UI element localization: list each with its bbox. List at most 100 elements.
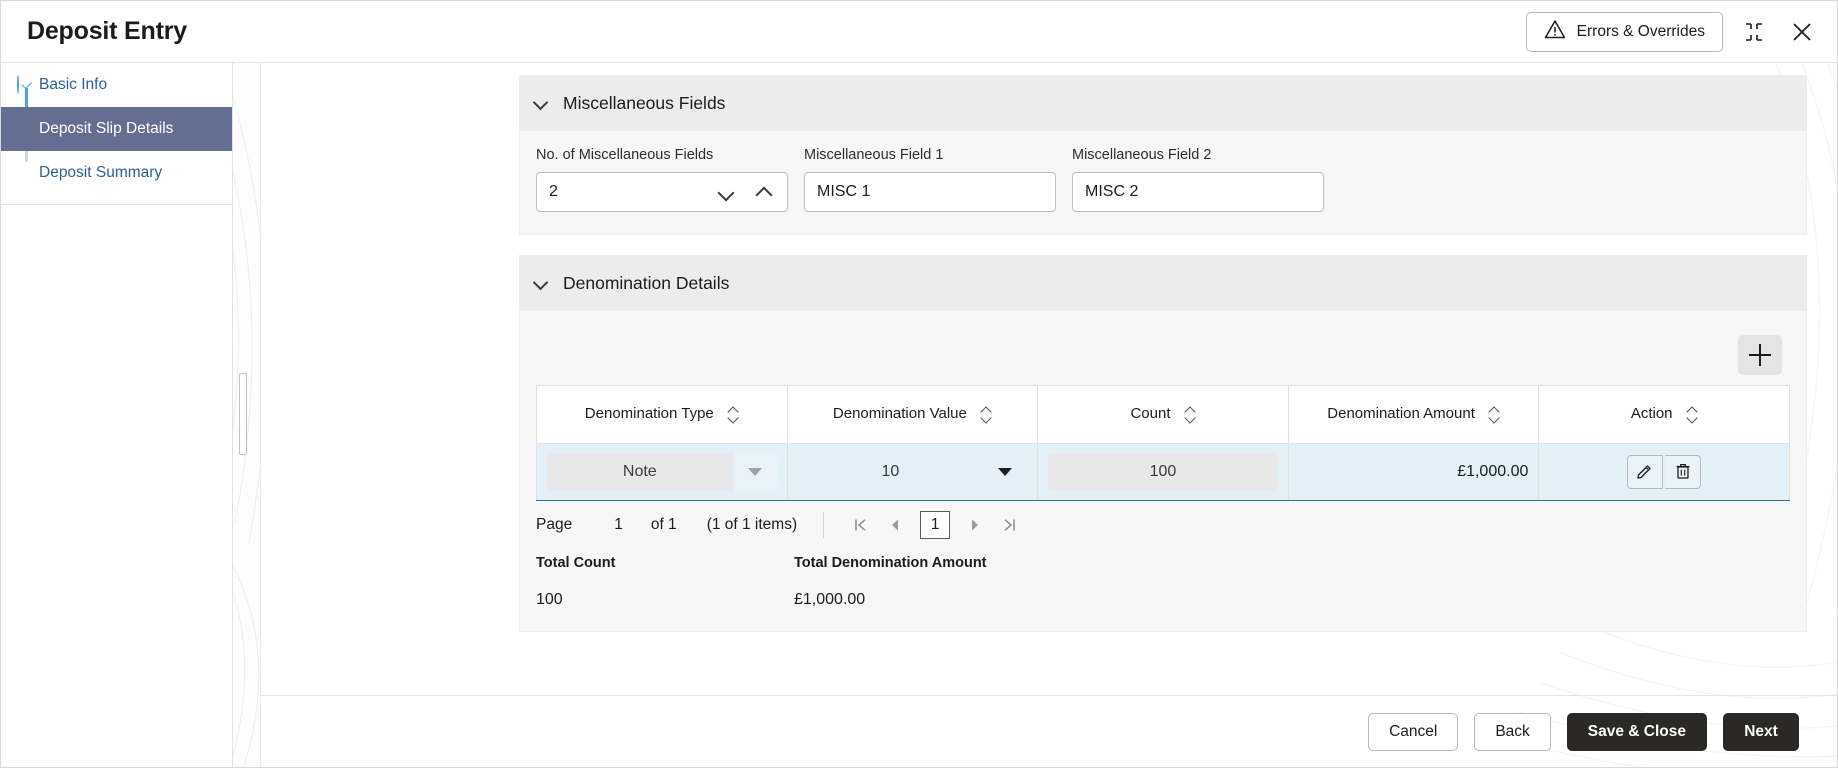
sidebar-step-label: Basic Info: [39, 76, 107, 94]
sidebar-collapse-handle[interactable]: [239, 373, 247, 455]
sidebar-step-basic-info[interactable]: Basic Info: [1, 63, 232, 107]
column-label: Denomination Type: [585, 405, 714, 424]
field-label: No. of Miscellaneous Fields: [536, 147, 788, 163]
miscellaneous-fields-body: No. of Miscellaneous Fields 2: [519, 131, 1807, 235]
count-input[interactable]: 100: [1048, 453, 1278, 491]
field-label: Miscellaneous Field 1: [804, 147, 1056, 163]
total-denomination-amount-value: £1,000.00: [794, 591, 1052, 609]
window-title-bar: Deposit Entry Errors & Overrides: [1, 1, 1837, 63]
column-header-denomination-type[interactable]: Denomination Type: [537, 386, 788, 444]
chevron-down-icon[interactable]: [533, 95, 549, 111]
sidebar-divider: [1, 204, 232, 205]
pagination-of-text: of 1: [651, 516, 677, 534]
denomination-type-value: Note: [547, 463, 733, 481]
trash-icon: [1674, 462, 1692, 483]
miscellaneous-field-1-input[interactable]: MISC 1: [804, 172, 1056, 212]
denomination-details-header[interactable]: Denomination Details: [519, 255, 1807, 311]
pagination-items-text: (1 of 1 items): [707, 516, 797, 534]
prev-page-icon[interactable]: [878, 510, 912, 540]
sidebar-step-label: Deposit Slip Details: [39, 120, 173, 138]
denomination-details-panel: Denomination Details: [519, 255, 1807, 632]
wizard-sidebar: Basic Info Deposit Slip Details Deposit …: [1, 63, 233, 767]
cell-denomination-value: 10: [787, 444, 1038, 501]
no-of-miscellaneous-fields-value: 2: [549, 183, 558, 201]
column-label: Count: [1130, 405, 1170, 424]
miscellaneous-field-2-input[interactable]: MISC 2: [1072, 172, 1324, 212]
denomination-details-body: Denomination Type Denomination Value: [519, 311, 1807, 632]
next-page-icon[interactable]: [958, 510, 992, 540]
plus-icon: [1749, 344, 1771, 366]
column-label: Denomination Value: [833, 405, 967, 424]
chevron-down-icon[interactable]: [533, 275, 549, 291]
sort-icon[interactable]: [1185, 407, 1196, 423]
pencil-icon: [1636, 462, 1654, 483]
denomination-type-select[interactable]: Note: [547, 453, 777, 491]
cell-denomination-amount: £1,000.00: [1288, 444, 1539, 501]
column-label: Denomination Amount: [1327, 405, 1475, 424]
sidebar-step-deposit-slip-details[interactable]: Deposit Slip Details: [1, 107, 232, 151]
total-denomination-amount-block: Total Denomination Amount £1,000.00: [794, 555, 1052, 609]
edit-row-button[interactable]: [1627, 455, 1663, 489]
column-header-action[interactable]: Action: [1539, 386, 1790, 444]
no-of-miscellaneous-fields-stepper[interactable]: 2: [536, 172, 788, 212]
sidebar-step-deposit-summary[interactable]: Deposit Summary: [1, 151, 232, 195]
cell-denomination-type: Note: [537, 444, 788, 501]
collapse-icon[interactable]: [1737, 15, 1771, 49]
chevron-down-icon[interactable]: [717, 183, 735, 201]
save-and-close-button[interactable]: Save & Close: [1567, 713, 1707, 751]
close-icon[interactable]: [1785, 15, 1819, 49]
next-button[interactable]: Next: [1723, 713, 1799, 751]
miscellaneous-fields-header[interactable]: Miscellaneous Fields: [519, 75, 1807, 131]
sort-icon[interactable]: [728, 407, 739, 423]
form-scroll-area: Miscellaneous Fields No. of Miscellaneou…: [261, 63, 1837, 695]
total-count-block: Total Count 100: [536, 555, 794, 609]
step-pending-dot-icon: [17, 164, 35, 182]
sort-icon[interactable]: [1489, 407, 1500, 423]
sidebar-step-label: Deposit Summary: [39, 164, 162, 182]
step-completed-check-icon: [17, 76, 35, 94]
table-row[interactable]: Note 10: [537, 444, 1790, 501]
pagination-divider: [823, 512, 824, 538]
column-label: Action: [1631, 405, 1673, 424]
window-controls: Errors & Overrides: [1526, 12, 1819, 52]
cancel-button[interactable]: Cancel: [1368, 713, 1458, 751]
column-header-denomination-amount[interactable]: Denomination Amount: [1288, 386, 1539, 444]
chevron-down-icon[interactable]: [733, 453, 777, 491]
row-action-buttons: [1549, 455, 1779, 489]
table-pagination: Page 1 of 1 (1 of 1 items) 1: [536, 501, 1790, 549]
denomination-value-select[interactable]: 10: [798, 453, 1028, 491]
total-count-label: Total Count: [536, 555, 794, 571]
back-button[interactable]: Back: [1474, 713, 1550, 751]
column-header-count[interactable]: Count: [1038, 386, 1289, 444]
add-denomination-button[interactable]: [1738, 335, 1782, 375]
column-header-denomination-value[interactable]: Denomination Value: [787, 386, 1038, 444]
sort-icon[interactable]: [981, 407, 992, 423]
delete-row-button[interactable]: [1665, 455, 1701, 489]
chevron-down-icon[interactable]: [983, 453, 1027, 491]
total-denomination-amount-label: Total Denomination Amount: [794, 555, 1052, 571]
field-miscellaneous-field-2: Miscellaneous Field 2 MISC 2: [1072, 147, 1324, 212]
deposit-entry-window: Deposit Entry Errors & Overrides: [0, 0, 1838, 768]
last-page-icon[interactable]: [992, 510, 1026, 540]
errors-and-overrides-label: Errors & Overrides: [1577, 23, 1705, 41]
background-watermark: [233, 63, 261, 767]
wizard-footer: Cancel Back Save & Close Next: [261, 695, 1837, 767]
page-title: Deposit Entry: [27, 17, 187, 46]
pagination-current-page[interactable]: 1: [920, 511, 950, 539]
warning-triangle-icon: [1544, 19, 1566, 44]
field-no-of-miscellaneous-fields: No. of Miscellaneous Fields 2: [536, 147, 788, 212]
denomination-totals: Total Count 100 Total Denomination Amoun…: [536, 549, 1790, 609]
cell-count: 100: [1038, 444, 1289, 501]
chevron-up-icon[interactable]: [755, 183, 773, 201]
window-body: Basic Info Deposit Slip Details Deposit …: [1, 63, 1837, 767]
first-page-icon[interactable]: [844, 510, 878, 540]
field-miscellaneous-field-1: Miscellaneous Field 1 MISC 1: [804, 147, 1056, 212]
errors-and-overrides-button[interactable]: Errors & Overrides: [1526, 12, 1723, 52]
field-label: Miscellaneous Field 2: [1072, 147, 1324, 163]
main-content: Miscellaneous Fields No. of Miscellaneou…: [261, 63, 1837, 767]
denomination-table-toolbar: [536, 327, 1790, 385]
total-count-value: 100: [536, 591, 794, 609]
denomination-table: Denomination Type Denomination Value: [536, 385, 1790, 501]
sort-icon[interactable]: [1687, 407, 1698, 423]
miscellaneous-fields-panel: Miscellaneous Fields No. of Miscellaneou…: [519, 75, 1807, 235]
